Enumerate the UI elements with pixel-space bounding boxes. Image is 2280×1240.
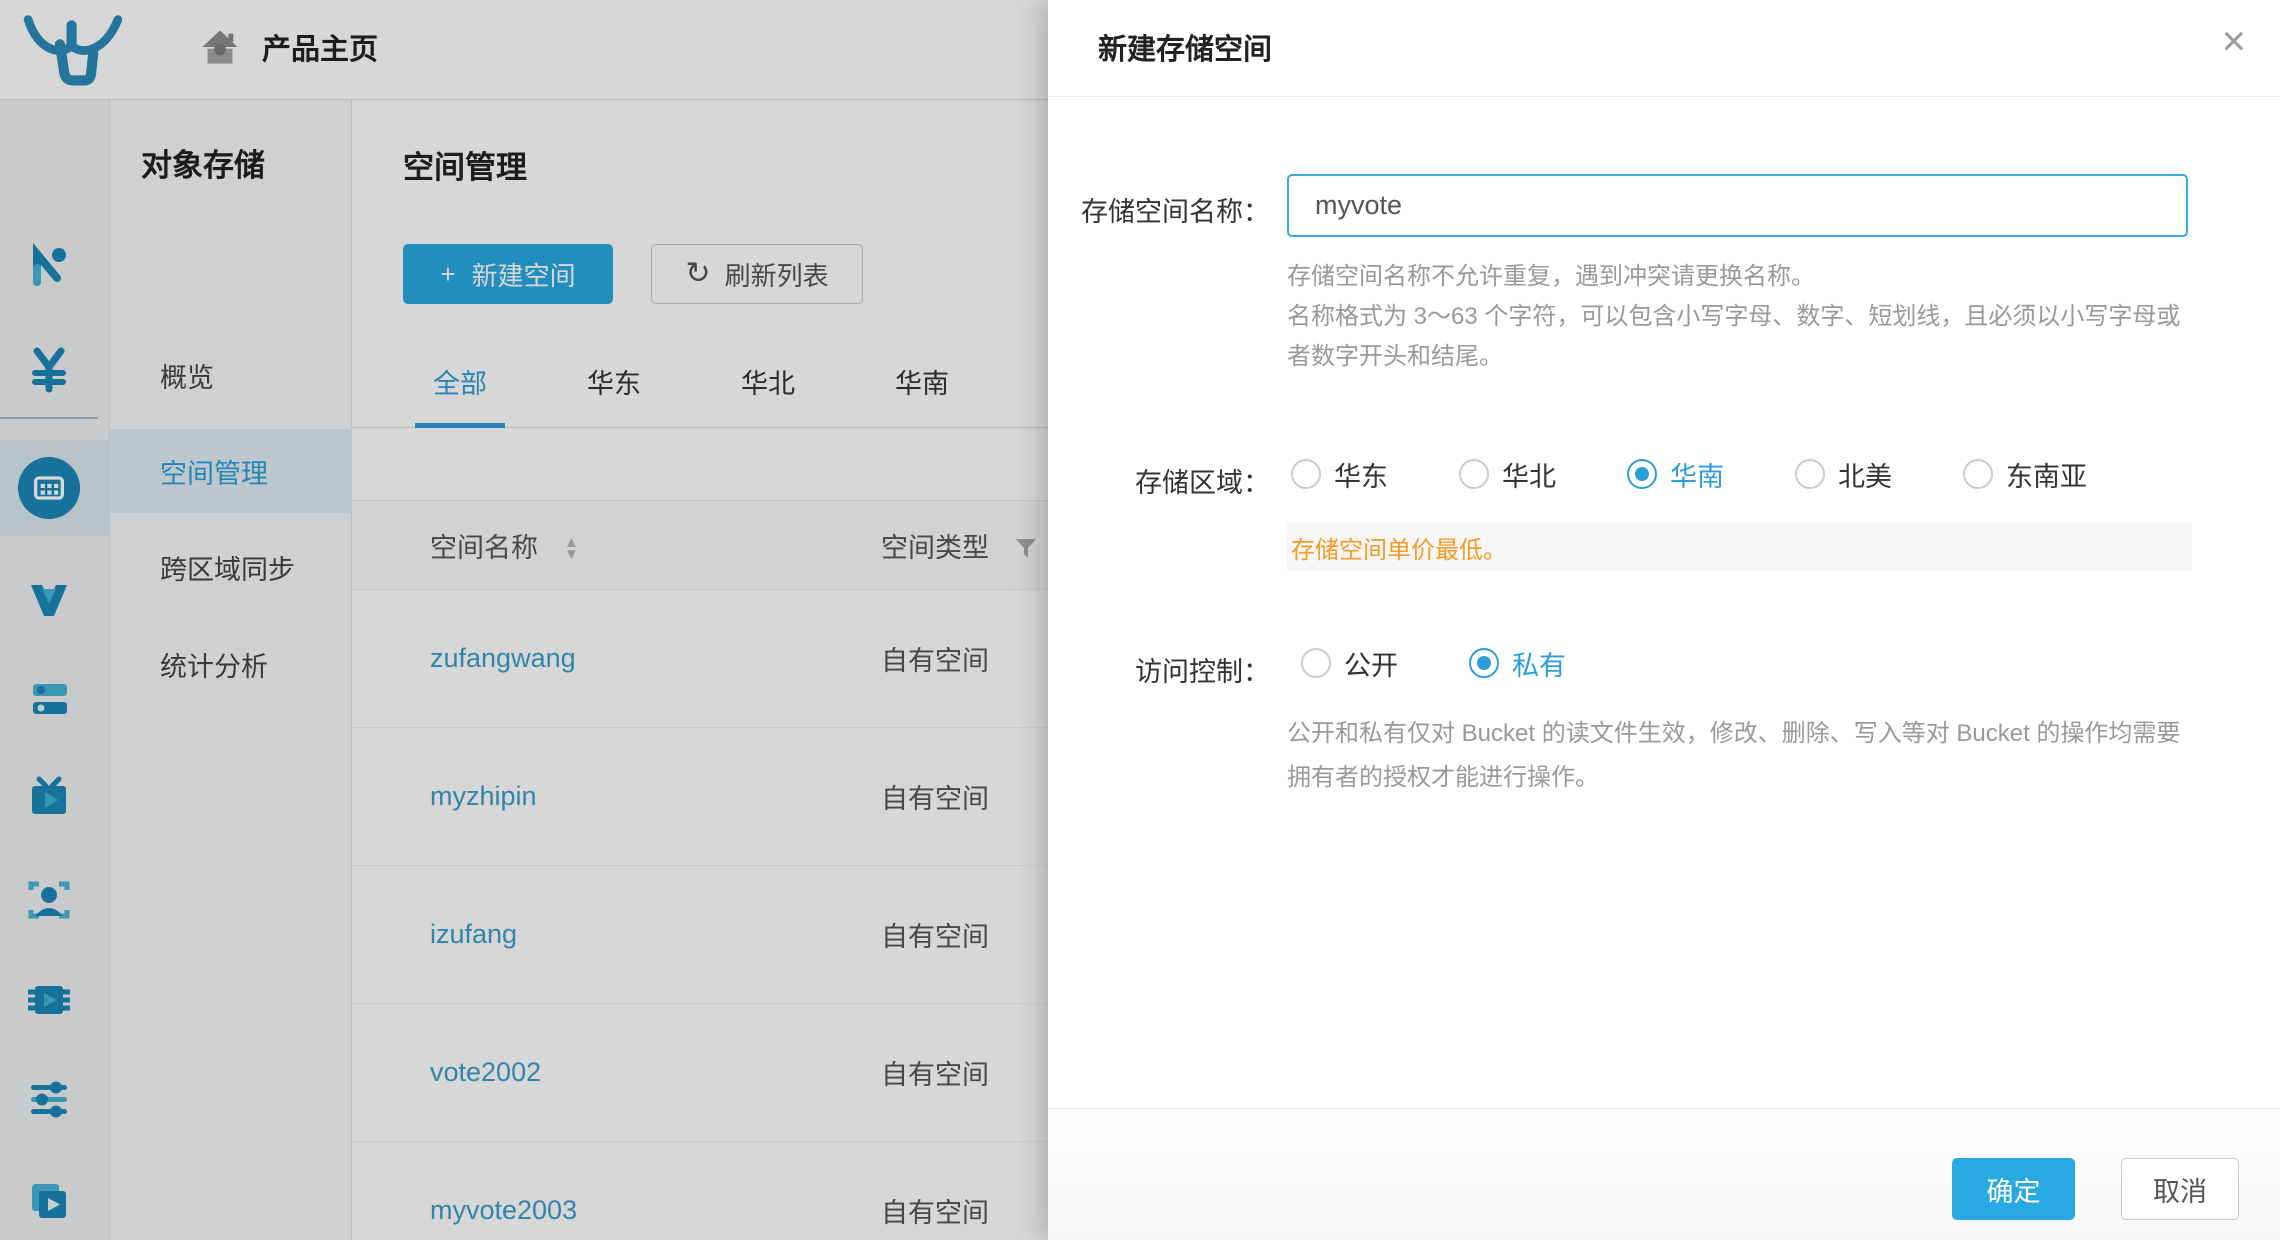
access-option-private[interactable]: 私有 xyxy=(1469,637,1566,689)
region-option-dongnanya[interactable]: 东南亚 xyxy=(1963,448,2087,500)
region-option-huanan[interactable]: 华南 xyxy=(1627,448,1724,500)
drawer-footer: 确定 取消 xyxy=(1048,1108,2280,1240)
radio-icon xyxy=(1301,648,1331,678)
access-option-public[interactable]: 公开 xyxy=(1301,637,1398,689)
access-control-label: 访问控制： xyxy=(1048,650,1270,689)
region-option-huadong[interactable]: 华东 xyxy=(1291,448,1388,500)
region-option-huabei[interactable]: 华北 xyxy=(1459,448,1556,500)
create-bucket-drawer: 新建存储空间 × 存储空间名称： 存储空间名称不允许重复，遇到冲突请更换名称。 … xyxy=(1048,0,2280,1240)
confirm-button[interactable]: 确定 xyxy=(1952,1158,2075,1220)
access-control-help: 公开和私有仅对 Bucket 的读文件生效，修改、删除、写入等对 Bucket … xyxy=(1287,712,2180,800)
drawer-title: 新建存储空间 xyxy=(1098,26,1272,68)
radio-selected-icon xyxy=(1627,459,1657,489)
radio-icon xyxy=(1963,459,1993,489)
bucket-name-label: 存储空间名称： xyxy=(1048,190,1270,229)
radio-selected-icon xyxy=(1469,648,1499,678)
radio-icon xyxy=(1291,459,1321,489)
radio-icon xyxy=(1795,459,1825,489)
cancel-button[interactable]: 取消 xyxy=(2121,1158,2239,1220)
region-price-note: 存储空间单价最低。 xyxy=(1287,523,2192,571)
region-option-beimei[interactable]: 北美 xyxy=(1795,448,1892,500)
bucket-name-help: 存储空间名称不允许重复，遇到冲突请更换名称。 名称格式为 3～63 个字符，可以… xyxy=(1287,257,2180,377)
radio-icon xyxy=(1459,459,1489,489)
drawer-header: 新建存储空间 × xyxy=(1048,0,2280,97)
close-icon[interactable]: × xyxy=(2221,20,2246,62)
region-label: 存储区域： xyxy=(1048,461,1270,500)
bucket-name-input[interactable] xyxy=(1287,174,2188,237)
screen: 产品主页 xyxy=(0,0,2280,1240)
